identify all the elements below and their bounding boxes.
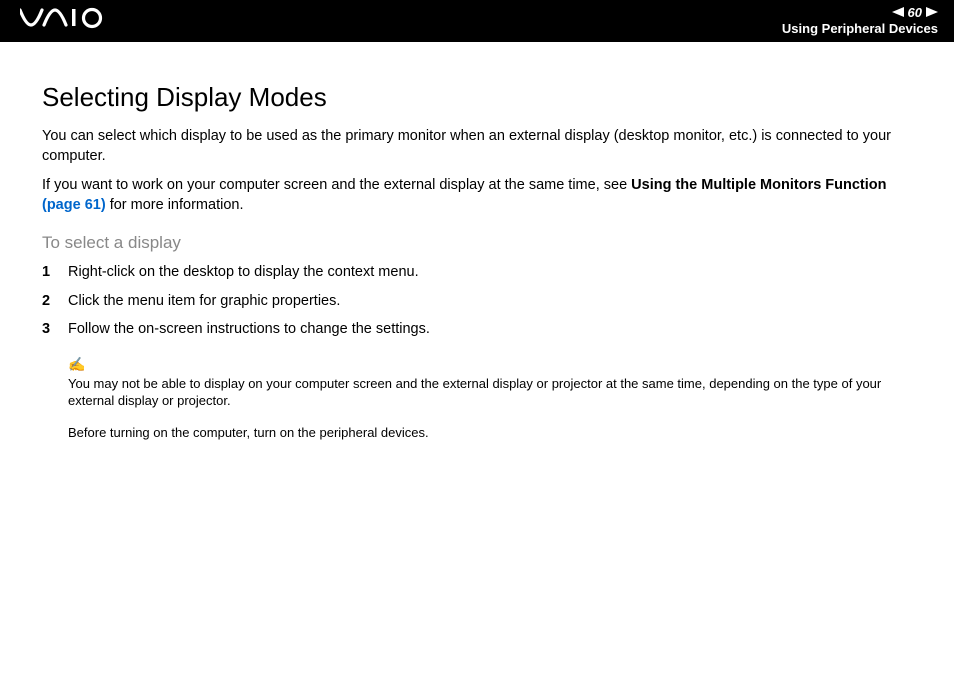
- prev-page-arrow-icon[interactable]: [892, 6, 904, 19]
- note-block: ✍ You may not be able to display on your…: [68, 356, 912, 442]
- note-icon: ✍: [68, 356, 912, 373]
- para2-text-a: If you want to work on your computer scr…: [42, 177, 631, 193]
- step-text: Click the menu item for graphic properti…: [68, 292, 340, 312]
- step-text: Follow the on-screen instructions to cha…: [68, 320, 430, 340]
- step-number: 1: [42, 263, 68, 283]
- page-title: Selecting Display Modes: [42, 82, 912, 113]
- header-right: 60 Using Peripheral Devices: [782, 6, 938, 36]
- step-text: Right-click on the desktop to display th…: [68, 263, 419, 283]
- next-page-arrow-icon[interactable]: [926, 6, 938, 19]
- step-item: 1 Right-click on the desktop to display …: [42, 263, 912, 283]
- page-nav: 60: [782, 6, 938, 19]
- page-link[interactable]: (page 61): [42, 197, 106, 213]
- subtitle: To select a display: [42, 233, 912, 253]
- content-area: Selecting Display Modes You can select w…: [0, 42, 954, 442]
- step-item: 3 Follow the on-screen instructions to c…: [42, 320, 912, 340]
- header-bar: 60 Using Peripheral Devices: [0, 0, 954, 42]
- para2-text-b: for more information.: [106, 197, 244, 213]
- page-number: 60: [908, 6, 922, 19]
- intro-paragraph-2: If you want to work on your computer scr…: [42, 176, 912, 215]
- step-number: 3: [42, 320, 68, 340]
- step-number: 2: [42, 292, 68, 312]
- intro-paragraph-1: You can select which display to be used …: [42, 127, 912, 166]
- vaio-logo: [20, 7, 110, 35]
- step-item: 2 Click the menu item for graphic proper…: [42, 292, 912, 312]
- note-text-1: You may not be able to display on your c…: [68, 375, 912, 410]
- section-name: Using Peripheral Devices: [782, 21, 938, 36]
- para2-bold: Using the Multiple Monitors Function: [631, 177, 886, 193]
- note-text-2: Before turning on the computer, turn on …: [68, 424, 912, 442]
- steps-list: 1 Right-click on the desktop to display …: [42, 263, 912, 340]
- vaio-logo-svg: [20, 7, 110, 29]
